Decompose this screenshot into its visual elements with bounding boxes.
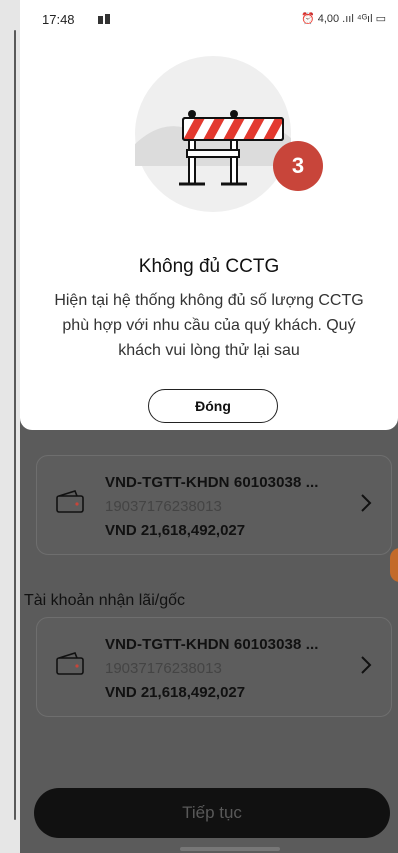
wallet-icon xyxy=(56,490,84,513)
home-indicator xyxy=(180,847,280,851)
dialog-title: Không đủ CCTG xyxy=(138,256,280,277)
chevron-right-icon xyxy=(361,494,372,512)
account-balance: VND 21,618,492,027 xyxy=(105,522,246,539)
source-account-card[interactable]: VND-TGTT-KHDN 60103038 ... 1903717623801… xyxy=(36,455,392,555)
account-name: VND-TGTT-KHDN 60103038 ... xyxy=(105,636,319,653)
left-rail xyxy=(0,0,20,853)
status-bar: 17:48 ⏰ 4,00 .ııl ⁴ᴳıl ▭ xyxy=(20,0,398,36)
continue-button[interactable]: Tiếp tục xyxy=(34,788,390,838)
account-balance: VND 21,618,492,027 xyxy=(105,684,246,701)
notification-icon xyxy=(98,14,110,24)
step-badge: 3 xyxy=(273,141,323,191)
phone-screen: VND-TGTT-KHDN 60103038 ... 1903717623801… xyxy=(20,0,398,853)
status-indicators: ⏰ 4,00 .ııl ⁴ᴳıl ▭ xyxy=(300,13,386,25)
status-time: 17:48 xyxy=(42,12,75,27)
account-name: VND-TGTT-KHDN 60103038 ... xyxy=(105,474,319,491)
screen-frame: VND-TGTT-KHDN 60103038 ... 1903717623801… xyxy=(0,0,398,853)
interest-account-card[interactable]: VND-TGTT-KHDN 60103038 ... 1903717623801… xyxy=(36,617,392,717)
account-number: 19037176238013 xyxy=(105,660,222,677)
roadblock-illustration-icon xyxy=(135,56,291,212)
close-button[interactable]: Đóng xyxy=(148,389,278,423)
chevron-right-icon xyxy=(361,656,372,674)
error-dialog: 17:48 ⏰ 4,00 .ııl ⁴ᴳıl ▭ 3 Không đủ CCTG… xyxy=(20,0,398,430)
floating-side-button[interactable] xyxy=(390,548,398,582)
left-rail-line xyxy=(14,30,16,820)
interest-account-label: Tài khoản nhận lãi/gốc xyxy=(24,592,185,609)
wallet-icon xyxy=(56,652,84,675)
account-number: 19037176238013 xyxy=(105,498,222,515)
dialog-message: Hiện tại hệ thống không đủ số lượng CCTG… xyxy=(54,292,364,359)
